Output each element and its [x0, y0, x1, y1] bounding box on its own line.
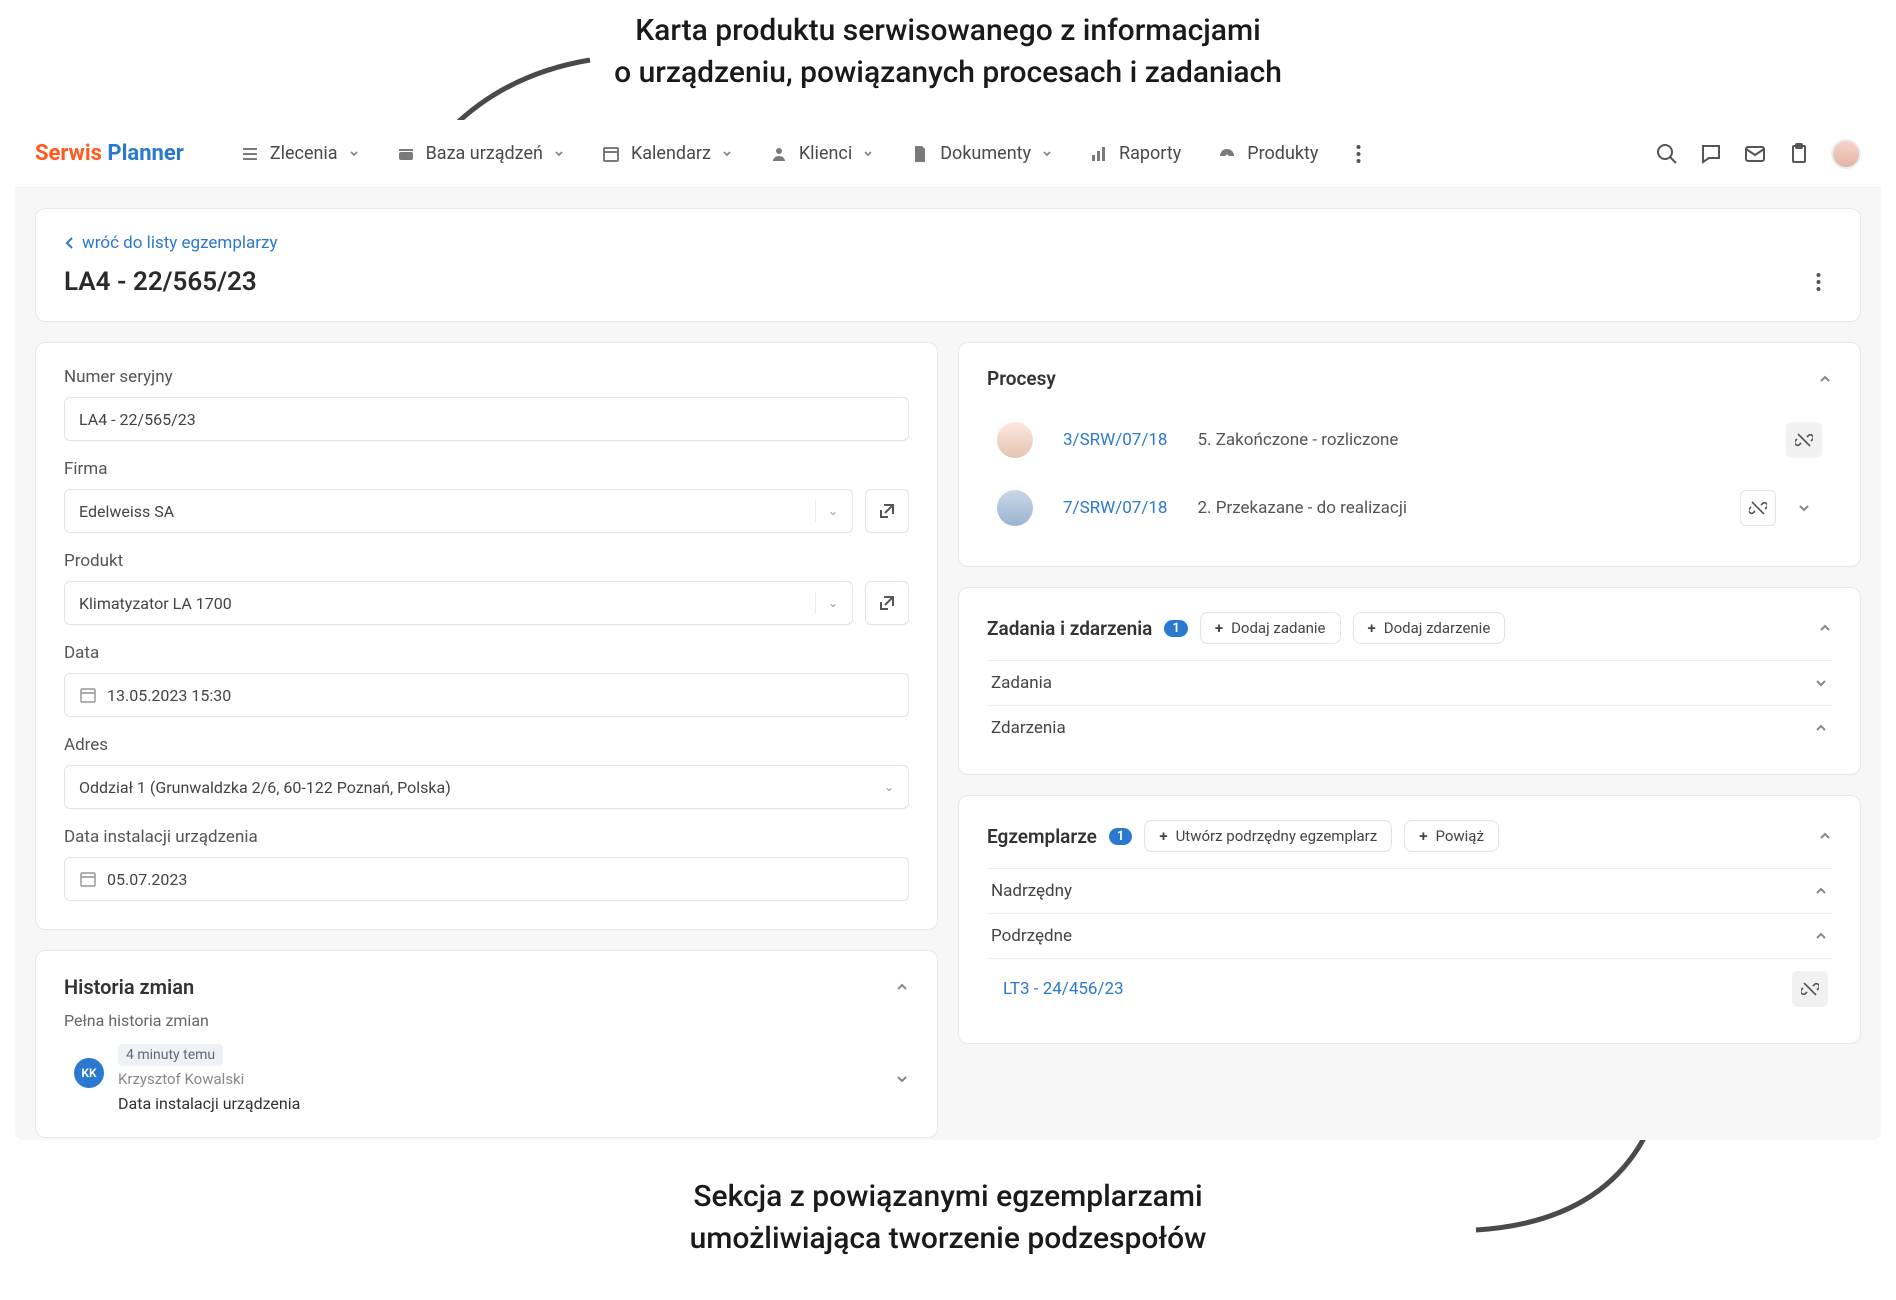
- samples-title: Egzemplarze: [987, 825, 1097, 848]
- annotation-top: Karta produktu serwisowanego z informacj…: [498, 10, 1398, 94]
- date-input[interactable]: 13.05.2023 15:30: [64, 673, 909, 717]
- history-title: Historia zmian: [64, 975, 194, 999]
- chevron-up-icon: [1814, 929, 1828, 943]
- person-icon: [769, 144, 789, 164]
- history-subtitle: Pełna historia zmian: [64, 1011, 909, 1030]
- processes-collapse[interactable]: [1818, 372, 1832, 386]
- processes-card: Procesy 3/SRW/07/18 5. Zakończone - rozl…: [958, 342, 1861, 567]
- chevron-down-icon: [721, 148, 733, 160]
- list-icon: [240, 144, 260, 164]
- chevron-down-icon: [1041, 148, 1053, 160]
- add-event-button[interactable]: +Dodaj zdarzenie: [1353, 612, 1506, 644]
- chevron-down-icon: [348, 148, 360, 160]
- create-sub-sample-button[interactable]: +Utwórz podrzędny egzemplarz: [1144, 820, 1392, 852]
- device-icon: [396, 144, 416, 164]
- process-row: 7/SRW/07/18 2. Przekazane - do realizacj…: [987, 474, 1832, 542]
- product-open-button[interactable]: [865, 581, 909, 625]
- dashboard-icon: [1217, 144, 1237, 164]
- samples-card: Egzemplarze 1 +Utwórz podrzędny egzempla…: [958, 795, 1861, 1044]
- back-link[interactable]: wróć do listy egzemplarzy: [64, 233, 278, 253]
- chevron-up-icon: [1814, 884, 1828, 898]
- tasks-title: Zadania i zdarzenia: [987, 617, 1152, 640]
- history-avatar: KK: [74, 1058, 104, 1088]
- nav-menu: ZleceniaBaza urządzeńKalendarzKlienciDok…: [224, 133, 1335, 174]
- product-label: Produkt: [64, 551, 909, 571]
- parent-sub[interactable]: Nadrzędny: [987, 868, 1832, 913]
- calendar-icon: [79, 686, 97, 704]
- calendar-icon: [79, 870, 97, 888]
- samples-collapse[interactable]: [1818, 829, 1832, 843]
- nav-item-klienci[interactable]: Klienci: [753, 133, 890, 174]
- nav-item-kalendarz[interactable]: Kalendarz: [585, 133, 749, 174]
- nav-item-baza-urządzeń[interactable]: Baza urządzeń: [380, 133, 581, 174]
- avatar[interactable]: [1831, 139, 1861, 169]
- tasks-badge: 1: [1164, 620, 1187, 637]
- add-task-button[interactable]: +Dodaj zadanie: [1200, 612, 1341, 644]
- processes-title: Procesy: [987, 367, 1056, 390]
- tasks-collapse[interactable]: [1818, 621, 1832, 635]
- calendar-icon: [601, 144, 621, 164]
- date-label: Data: [64, 643, 909, 663]
- header-menu-button[interactable]: [1804, 268, 1832, 296]
- nav-more-button[interactable]: [1344, 140, 1372, 168]
- history-expand[interactable]: [895, 1072, 909, 1086]
- process-avatar: [997, 422, 1033, 458]
- serial-label: Numer seryjny: [64, 367, 909, 387]
- unlink-button[interactable]: [1786, 422, 1822, 458]
- install-input[interactable]: 05.07.2023: [64, 857, 909, 901]
- samples-badge: 1: [1109, 828, 1132, 845]
- search-icon[interactable]: [1655, 142, 1679, 166]
- process-status: 2. Przekazane - do realizacji: [1197, 498, 1407, 518]
- nav-item-zlecenia[interactable]: Zlecenia: [224, 133, 376, 174]
- product-select[interactable]: Klimatyzator LA 1700⌄: [64, 581, 853, 625]
- history-time-tag: 4 minuty temu: [118, 1044, 223, 1066]
- unlink-button[interactable]: [1740, 490, 1776, 526]
- company-label: Firma: [64, 459, 909, 479]
- link-sample-button[interactable]: +Powiąż: [1404, 820, 1499, 852]
- chevron-up-icon[interactable]: [895, 980, 909, 994]
- child-sample-link[interactable]: LT3 - 24/456/23: [1003, 979, 1124, 999]
- process-link[interactable]: 7/SRW/07/18: [1063, 498, 1167, 518]
- nav-item-produkty[interactable]: Produkty: [1201, 133, 1334, 174]
- process-row: 3/SRW/07/18 5. Zakończone - rozliczone: [987, 406, 1832, 474]
- address-select[interactable]: Oddział 1 (Grunwaldzka 2/6, 60-122 Pozna…: [64, 765, 909, 809]
- unlink-child-button[interactable]: [1792, 971, 1828, 1007]
- chevron-up-icon: [1814, 721, 1828, 735]
- page-title: LA4 - 22/565/23: [64, 267, 257, 297]
- mail-icon[interactable]: [1743, 142, 1767, 166]
- history-card: Historia zmian Pełna historia zmian KK 4…: [35, 950, 938, 1138]
- form-card: Numer seryjny LA4 - 22/565/23 Firma Edel…: [35, 342, 938, 930]
- annotation-bottom: Sekcja z powiązanymi egzemplarzami umożl…: [508, 1176, 1388, 1260]
- history-field: Data instalacji urządzenia: [118, 1094, 881, 1113]
- nav-item-dokumenty[interactable]: Dokumenty: [894, 133, 1069, 174]
- process-link[interactable]: 3/SRW/07/18: [1063, 430, 1167, 450]
- children-sub[interactable]: Podrzędne: [987, 913, 1832, 958]
- nav-item-raporty[interactable]: Raporty: [1073, 133, 1197, 174]
- topbar: Serwis Planner ZleceniaBaza urządzeńKale…: [15, 120, 1881, 188]
- brand-logo[interactable]: Serwis Planner: [35, 141, 184, 166]
- child-sample-row: LT3 - 24/456/23: [987, 958, 1832, 1019]
- company-open-button[interactable]: [865, 489, 909, 533]
- chevron-down-icon: [862, 148, 874, 160]
- document-icon: [910, 144, 930, 164]
- events-sub[interactable]: Zdarzenia: [987, 705, 1832, 750]
- chart-icon: [1089, 144, 1109, 164]
- chat-icon[interactable]: [1699, 142, 1723, 166]
- expand-button[interactable]: [1786, 490, 1822, 526]
- tasks-card: Zadania i zdarzenia 1 +Dodaj zadanie +Do…: [958, 587, 1861, 775]
- page-header-card: wróć do listy egzemplarzy LA4 - 22/565/2…: [35, 208, 1861, 322]
- company-select[interactable]: Edelweiss SA⌄: [64, 489, 853, 533]
- history-author: Krzysztof Kowalski: [118, 1070, 881, 1088]
- address-label: Adres: [64, 735, 909, 755]
- process-status: 5. Zakończone - rozliczone: [1197, 430, 1398, 450]
- install-label: Data instalacji urządzenia: [64, 827, 909, 847]
- tasks-sub[interactable]: Zadania: [987, 660, 1832, 705]
- chevron-down-icon: [553, 148, 565, 160]
- process-avatar: [997, 490, 1033, 526]
- clipboard-icon[interactable]: [1787, 142, 1811, 166]
- chevron-down-icon: [1814, 676, 1828, 690]
- serial-input[interactable]: LA4 - 22/565/23: [64, 397, 909, 441]
